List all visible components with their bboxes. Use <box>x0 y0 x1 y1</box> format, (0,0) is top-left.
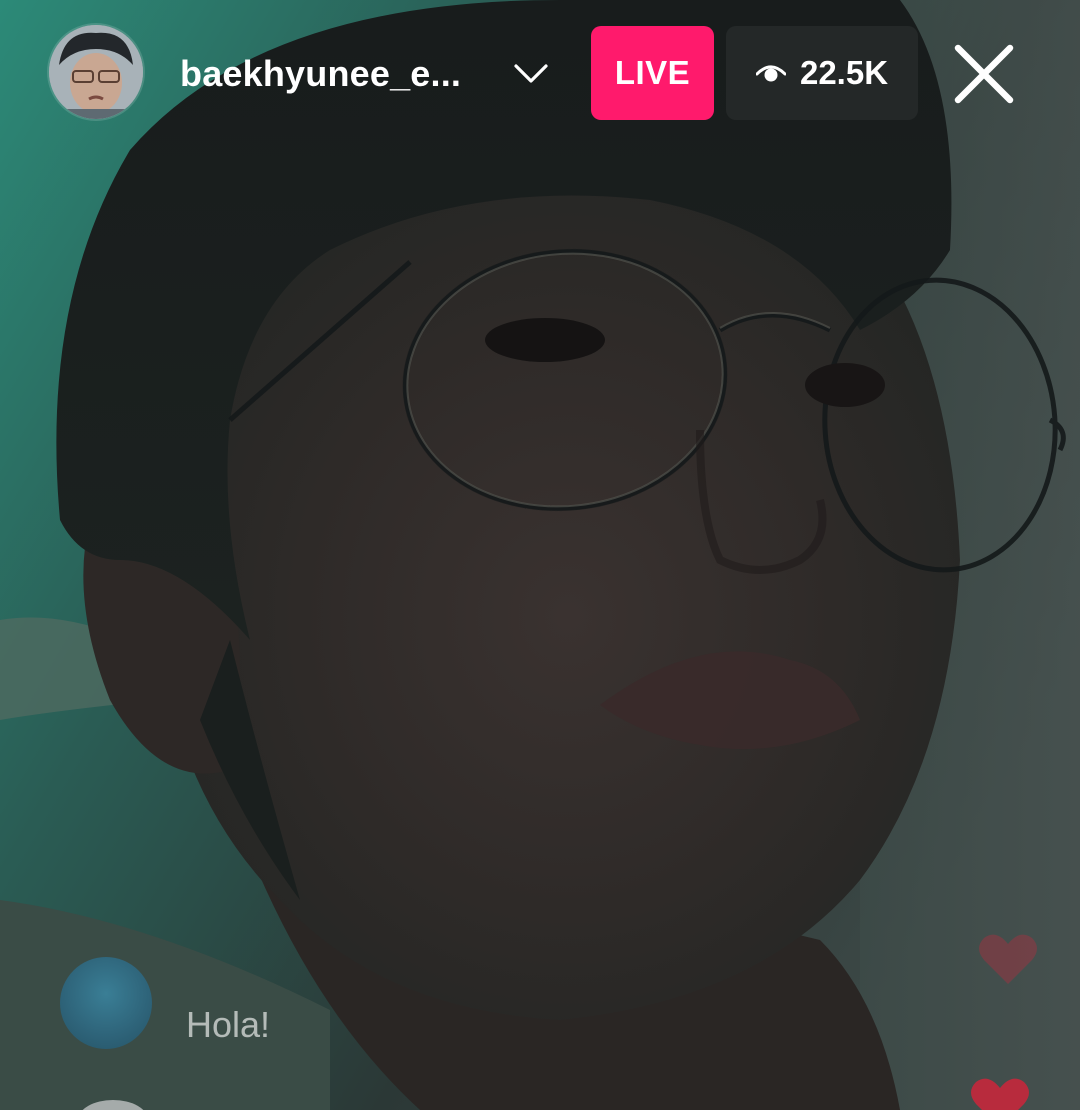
streamer-username[interactable]: baekhyunee_e... <box>180 52 461 96</box>
live-stream-screen: baekhyunee_e... LIVE 22.5K Hola! <box>0 0 1080 1110</box>
streamer-avatar[interactable] <box>49 25 143 119</box>
close-icon[interactable] <box>950 40 1018 108</box>
comment-text: Hola! <box>186 1004 271 1045</box>
comment-item: Hola! <box>60 957 271 1060</box>
viewer-count: 22.5K <box>799 54 889 91</box>
chevron-down-icon[interactable] <box>512 58 550 90</box>
live-video-frame <box>0 0 1080 1110</box>
commenter-avatar[interactable] <box>60 957 152 1049</box>
live-badge: LIVE <box>591 26 714 120</box>
viewer-count-pill[interactable]: 22.5K <box>726 26 918 120</box>
heart-icon <box>971 1078 1029 1110</box>
heart-icon <box>979 934 1037 984</box>
eye-icon <box>755 65 786 82</box>
